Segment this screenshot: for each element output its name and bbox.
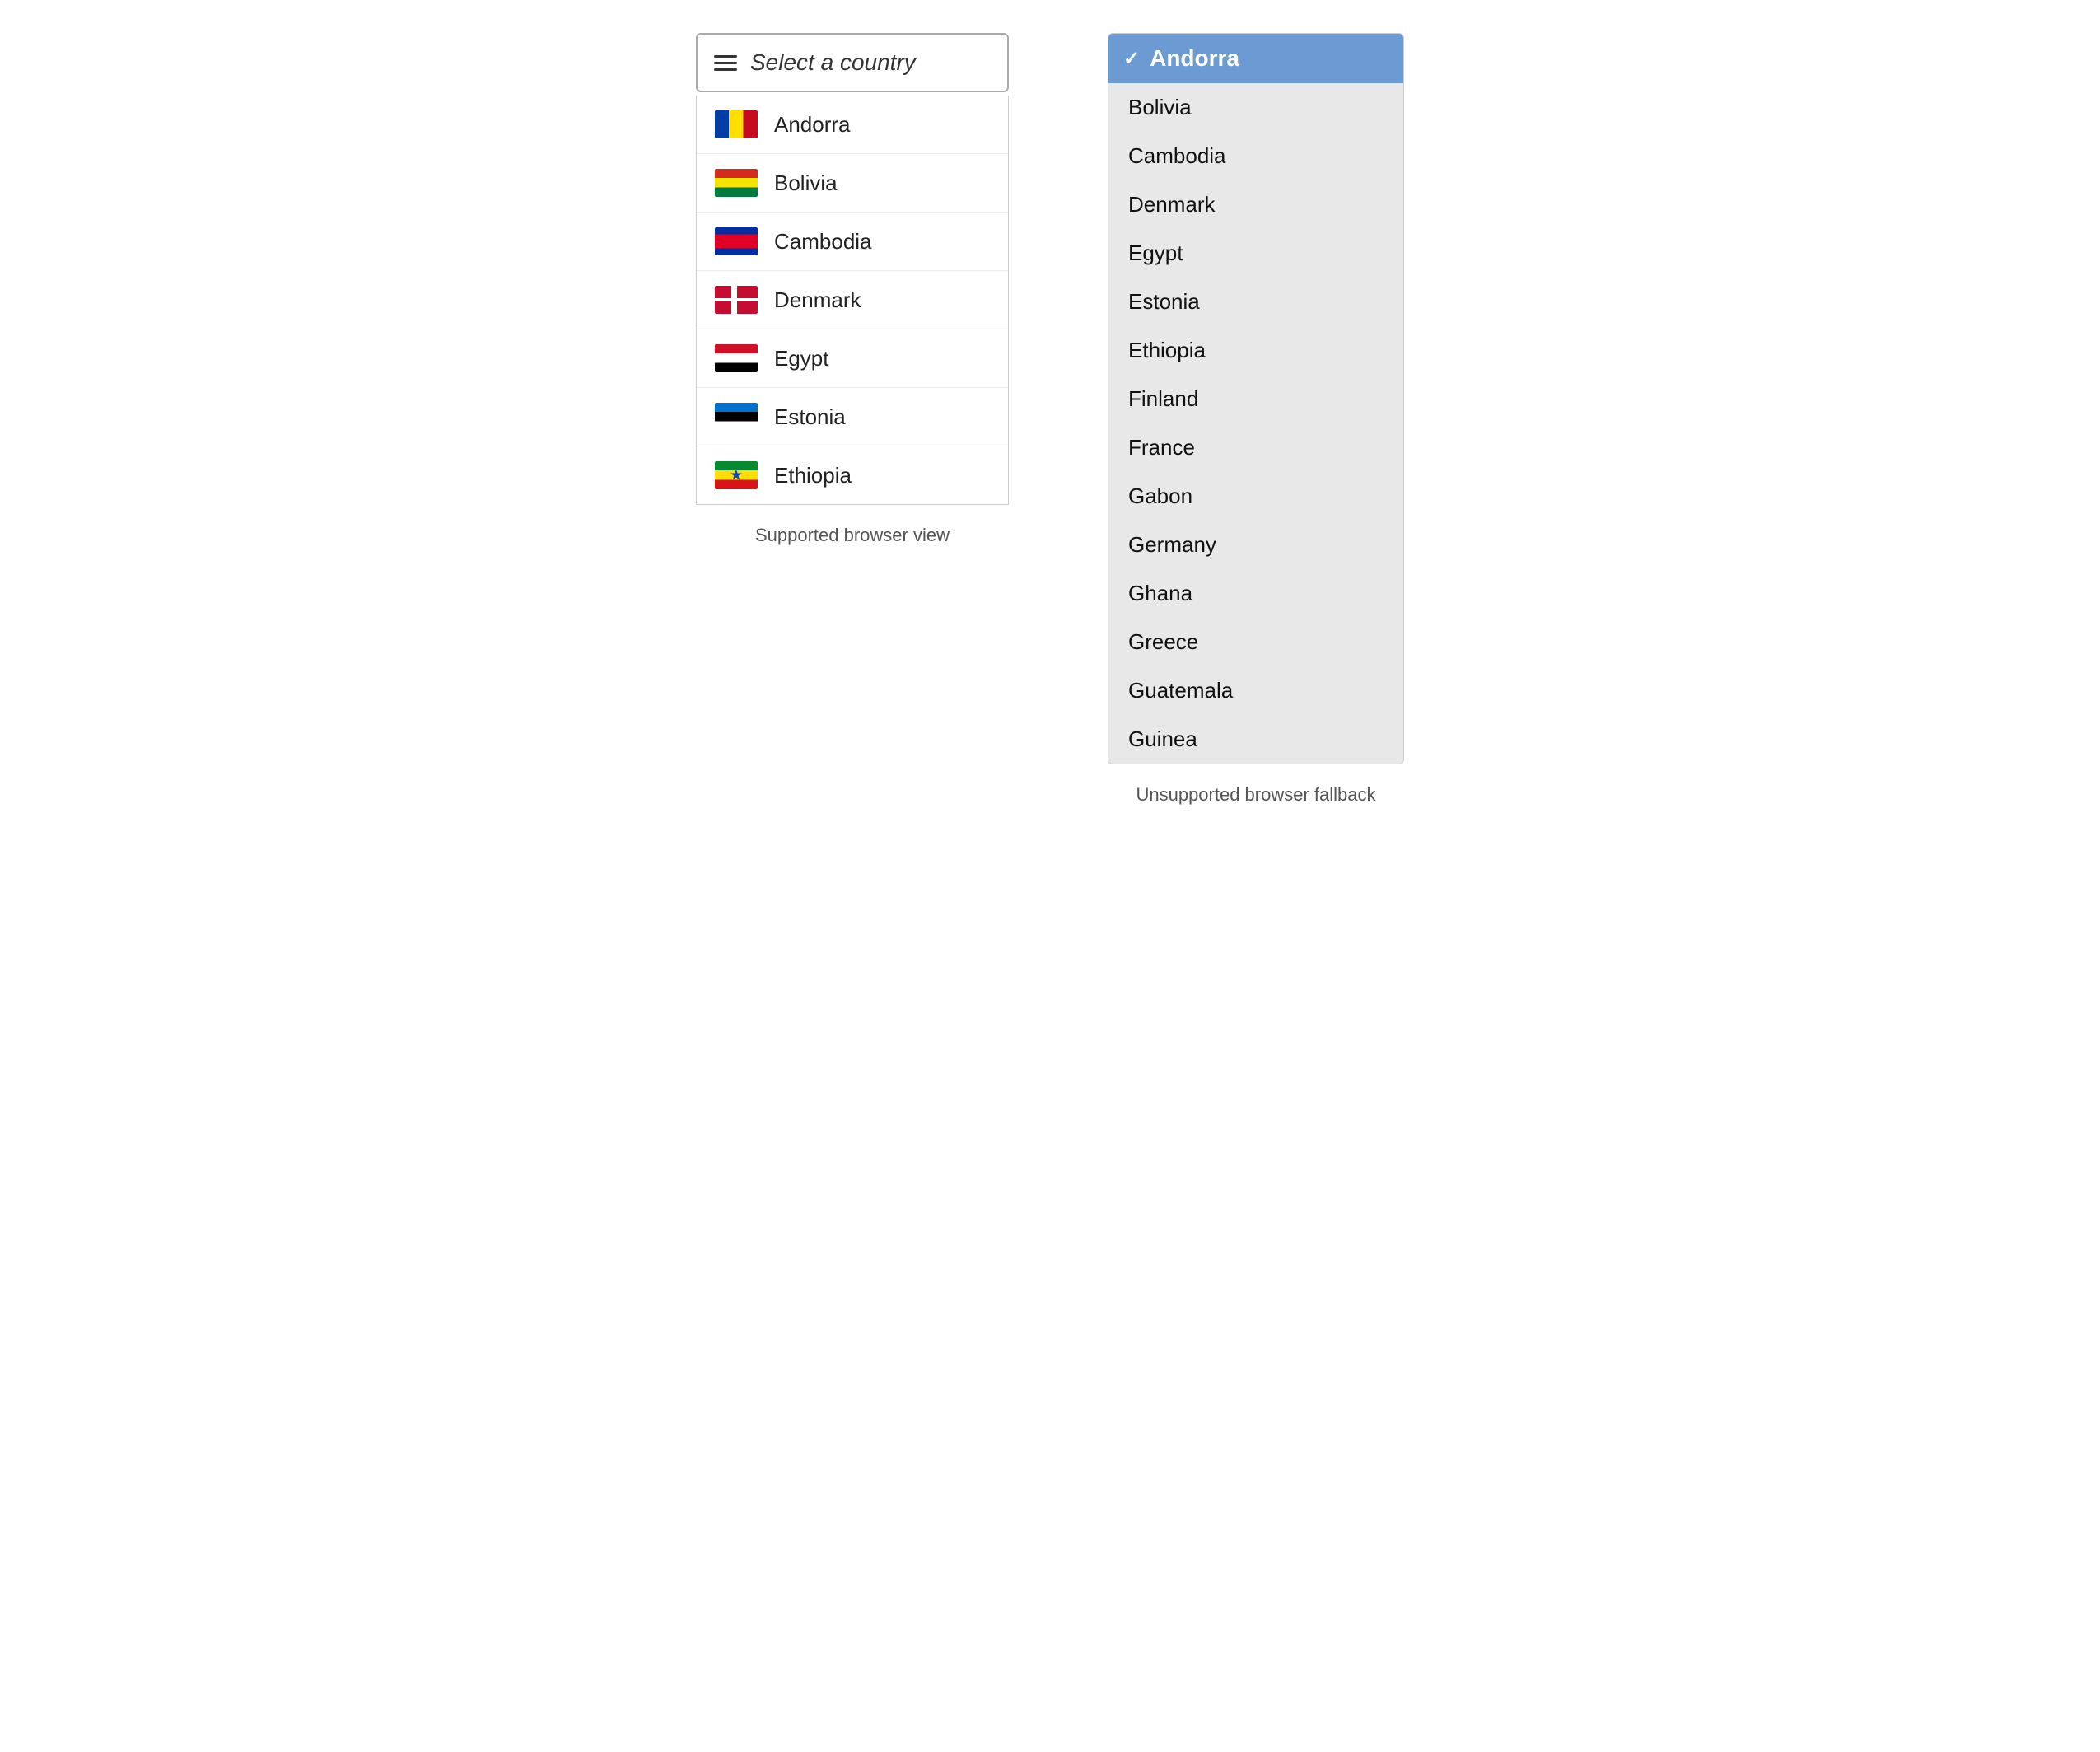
list-item[interactable]: Bolivia [697, 154, 1008, 213]
country-name: Estonia [774, 404, 846, 430]
list-item[interactable]: France [1108, 423, 1403, 472]
list-item[interactable]: Ethiopia [1108, 326, 1403, 375]
flag-icon [715, 461, 758, 489]
left-panel: Select a country Andorra Bolivia Cambodia D… [696, 33, 1009, 546]
list-item[interactable]: Gabon [1108, 472, 1403, 521]
flag-icon [715, 169, 758, 197]
country-name: Cambodia [774, 229, 872, 255]
list-item[interactable]: Finland [1108, 375, 1403, 423]
list-item[interactable]: Ghana [1108, 569, 1403, 618]
list-item[interactable]: Andorra [697, 96, 1008, 154]
country-name: Bolivia [774, 171, 838, 196]
checkmark-icon: ✓ [1123, 47, 1140, 71]
flag-icon [715, 344, 758, 372]
custom-dropdown[interactable]: Andorra Bolivia Cambodia Denmark Egypt Estoni… [696, 96, 1009, 505]
flag-icon [715, 286, 758, 314]
list-item[interactable]: Germany [1108, 521, 1403, 569]
list-item[interactable]: Estonia [1108, 278, 1403, 326]
selected-country-label: Andorra [1150, 45, 1239, 72]
list-item[interactable]: Denmark [1108, 180, 1403, 229]
hamburger-line-3 [714, 68, 737, 71]
page-wrapper: Select a country AndorraBoliviaCambodiaD… [696, 33, 1404, 806]
right-panel: ✓ Andorra BoliviaCambodiaDenmarkEgyptEst… [1108, 33, 1404, 806]
custom-select-trigger[interactable]: Select a country [696, 33, 1009, 92]
hamburger-icon [714, 55, 737, 71]
list-item[interactable]: Guinea [1108, 715, 1403, 764]
flag-icon [715, 110, 758, 138]
flag-icon [715, 403, 758, 431]
list-item[interactable]: Denmark [697, 271, 1008, 329]
native-select-list[interactable]: BoliviaCambodiaDenmarkEgyptEstoniaEthiop… [1108, 83, 1403, 764]
list-item[interactable]: Cambodia [697, 213, 1008, 271]
country-name: Denmark [774, 287, 861, 313]
trigger-label: Select a country [750, 49, 916, 76]
list-item[interactable]: Estonia [697, 388, 1008, 446]
list-item[interactable]: Egypt [697, 329, 1008, 388]
native-select-header: ✓ Andorra [1108, 34, 1403, 83]
list-item[interactable]: Ethiopia [697, 446, 1008, 504]
hamburger-line-1 [714, 55, 737, 58]
country-name: Egypt [774, 346, 829, 371]
hamburger-line-2 [714, 62, 737, 64]
flag-icon [715, 227, 758, 255]
left-caption: Supported browser view [755, 525, 950, 546]
list-item[interactable]: Cambodia [1108, 132, 1403, 180]
list-item[interactable]: Egypt [1108, 229, 1403, 278]
right-caption: Unsupported browser fallback [1136, 784, 1375, 806]
custom-select-container: Select a country Andorra Bolivia Cambodia D… [696, 33, 1009, 505]
list-item[interactable]: Bolivia [1108, 83, 1403, 132]
list-item[interactable]: Guatemala [1108, 666, 1403, 715]
country-name: Andorra [774, 112, 851, 138]
country-name: Ethiopia [774, 463, 852, 488]
native-select-wrapper: ✓ Andorra BoliviaCambodiaDenmarkEgyptEst… [1108, 33, 1404, 764]
list-item[interactable]: Greece [1108, 618, 1403, 666]
